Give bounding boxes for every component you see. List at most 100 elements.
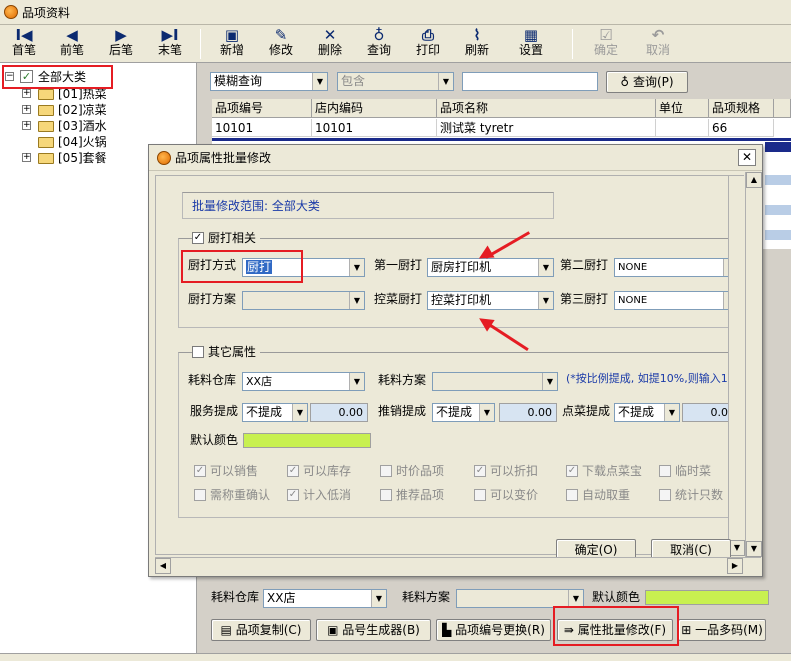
bottom-warehouse-select[interactable]: XX店 ▼ (263, 589, 387, 608)
third-print-select[interactable]: NONE▼ (614, 291, 739, 310)
kitchen-section-checkbox[interactable]: ✓ 厨打相关 (192, 231, 261, 245)
grid-header[interactable]: 品项编号 (212, 99, 312, 118)
expand-icon[interactable]: + (22, 153, 31, 162)
kitchen-plan-select[interactable]: ▼ (242, 291, 365, 310)
bottom-color-swatch[interactable] (645, 590, 769, 605)
first-record-button[interactable]: I◀ 首笔 (0, 27, 48, 61)
folder-icon (38, 137, 54, 148)
order-select[interactable]: 不提成 ▼ (614, 403, 680, 422)
folder-icon (38, 121, 54, 132)
grid-cell[interactable]: 10101 (312, 119, 437, 137)
default-color-swatch[interactable] (243, 433, 371, 448)
dialog-hscrollbar[interactable]: ◀ ▶ (155, 557, 761, 574)
inner-scrollbar[interactable]: ▼ (728, 176, 745, 556)
chevron-down-icon: ▼ (292, 404, 307, 421)
copy-icon: ▤ (220, 623, 236, 637)
scroll-down-button[interactable]: ▼ (729, 540, 745, 556)
expand-icon[interactable]: + (22, 105, 31, 114)
service-select[interactable]: 不提成 ▼ (242, 403, 308, 422)
grid-header[interactable]: 店内编码 (312, 99, 437, 118)
promo-amount[interactable]: 0.00 (499, 403, 557, 422)
generator-icon: ▣ (327, 623, 343, 637)
grid-header[interactable]: 品项名称 (437, 99, 656, 118)
cancel-button[interactable]: ↶ 取消 (634, 27, 682, 61)
can-stock-checkbox[interactable]: ✓ 可以库存 (287, 464, 351, 478)
control-print-select[interactable]: 控菜打印机 ▼ (427, 291, 554, 310)
close-button[interactable]: ✕ (738, 149, 756, 166)
second-print-select[interactable]: NONE▼ (614, 258, 739, 277)
grid-row-edge (765, 230, 791, 240)
toolbar-separator (572, 29, 573, 59)
warehouse-select[interactable]: XX店 ▼ (242, 372, 365, 391)
chevron-down-icon: ▼ (349, 259, 364, 276)
prev-record-button[interactable]: ◀ 前笔 (48, 27, 96, 61)
dialog-vscrollbar[interactable]: ▲ ▼ (745, 172, 762, 557)
search-button[interactable]: ♁ 查询(P) (606, 71, 688, 93)
search-mode-select[interactable]: 模糊查询 ▼ (210, 72, 328, 91)
can-discount-checkbox[interactable]: ✓ 可以折扣 (474, 464, 538, 478)
service-amount[interactable]: 0.00 (310, 403, 368, 422)
grid-header[interactable]: 单位 (656, 99, 709, 118)
delete-button[interactable]: ✕ 删除 (306, 27, 354, 61)
dialog-titlebar: 品项属性批量修改 ✕ (149, 145, 762, 171)
tree-item[interactable]: [05]套餐 (58, 150, 107, 166)
binoculars-icon: ♁ (373, 26, 385, 44)
auto-weigh-checkbox[interactable]: 自动取重 (566, 488, 630, 502)
service-label: 服务提成 (190, 404, 239, 418)
tree-item[interactable]: [04]火锅 (58, 134, 107, 150)
temp-dish-checkbox[interactable]: 临时菜 (659, 464, 711, 478)
last-record-button[interactable]: ▶I 末笔 (146, 27, 194, 61)
chevron-down-icon: ▼ (542, 373, 557, 390)
can-sell-checkbox[interactable]: ✓ 可以销售 (194, 464, 258, 478)
tree-item[interactable]: [03]酒水 (58, 118, 107, 134)
print-button[interactable]: ⎙ 打印 (404, 27, 452, 61)
scroll-down-button[interactable]: ▼ (746, 541, 762, 557)
grid-cell[interactable]: 10101 (212, 119, 312, 137)
expand-icon[interactable]: + (22, 89, 31, 98)
highlight-kitchen-method (181, 250, 303, 283)
delete-icon: ✕ (323, 26, 337, 44)
first-print-select[interactable]: 厨房打印机 ▼ (427, 258, 554, 277)
grid-cell[interactable]: 66 (709, 119, 774, 137)
grid-header[interactable]: 品项规格 (709, 99, 774, 118)
min-charge-checkbox[interactable]: ✓ 计入低消 (287, 488, 351, 502)
multi-code-button[interactable]: ⊞ 一品多码(M) (678, 619, 766, 641)
copy-item-button[interactable]: ▤ 品项复制(C) (211, 619, 311, 641)
weigh-confirm-checkbox[interactable]: 需称重确认 (194, 488, 270, 502)
plan-select[interactable]: ▼ (432, 372, 558, 391)
change-code-button[interactable]: ▙ 品项编号更换(R) (436, 619, 551, 641)
new-doc-icon: ▣ (224, 26, 240, 44)
code-generator-button[interactable]: ▣ 品号生成器(B) (316, 619, 431, 641)
recommended-checkbox[interactable]: 推荐品项 (380, 488, 444, 502)
chart-icon: ▙ (442, 623, 456, 637)
next-record-button[interactable]: ▶ 后笔 (97, 27, 145, 61)
tree-item[interactable]: [02]凉菜 (58, 102, 107, 118)
query-button[interactable]: ♁ 查询 (355, 27, 403, 61)
refresh-button[interactable]: ⌇ 刷新 (453, 27, 501, 61)
count-only-checkbox[interactable]: 统计只数 (659, 488, 723, 502)
grid-header (774, 99, 791, 118)
search-input[interactable] (462, 72, 598, 91)
check-icon: ✓ (474, 465, 486, 477)
first-icon: I◀ (15, 26, 33, 44)
search-op-select[interactable]: 包含 ▼ (337, 72, 454, 91)
scroll-left-button[interactable]: ◀ (155, 558, 171, 574)
add-button[interactable]: ▣ 新增 (208, 27, 256, 61)
other-section-checkbox[interactable]: 其它属性 (192, 345, 261, 359)
settings-button[interactable]: ▦ 设置 (507, 27, 555, 61)
promo-select[interactable]: 不提成 ▼ (432, 403, 495, 422)
scroll-right-button[interactable]: ▶ (727, 558, 743, 574)
grid-row-edge (765, 175, 791, 185)
grid-row-edge (765, 205, 791, 215)
edit-button[interactable]: ✎ 修改 (257, 27, 305, 61)
scroll-up-button[interactable]: ▲ (746, 172, 762, 188)
grid-cell[interactable] (656, 119, 709, 137)
expand-icon[interactable]: + (22, 121, 31, 130)
download-checkbox[interactable]: ✓ 下载点菜宝 (566, 464, 642, 478)
chevron-down-icon: ▼ (568, 590, 583, 607)
check-icon: ☑ (599, 26, 613, 44)
grid-cell[interactable]: 测试菜 tyretr (437, 119, 656, 137)
market-price-checkbox[interactable]: 时价品项 (380, 464, 444, 478)
variable-price-checkbox[interactable]: 可以变价 (474, 488, 538, 502)
confirm-button[interactable]: ☑ 确定 (582, 27, 630, 61)
